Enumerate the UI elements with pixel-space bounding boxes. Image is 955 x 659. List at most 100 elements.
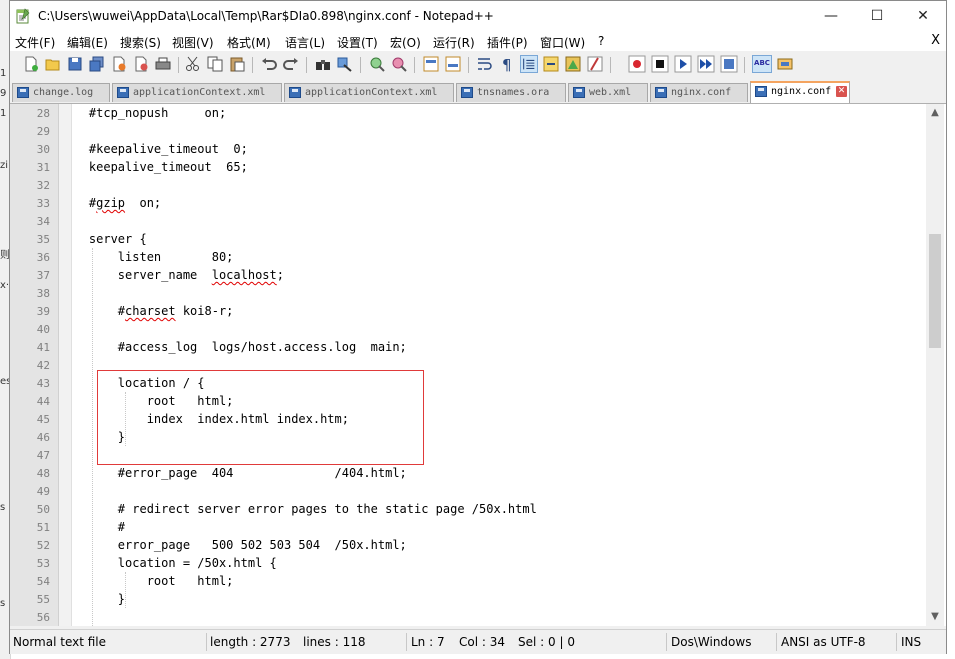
status-divider	[776, 633, 777, 651]
stop-icon[interactable]	[651, 55, 669, 73]
word-wrap-icon[interactable]	[476, 55, 494, 73]
menu-settings[interactable]: 设置(T)	[337, 34, 378, 51]
status-divider	[666, 633, 667, 651]
svg-text:¶: ¶	[502, 56, 512, 73]
notepad-window: C:\Users\wuwei\AppData\Local\Temp\Rar$DI…	[9, 0, 947, 654]
undo-icon[interactable]	[260, 55, 278, 73]
find-icon[interactable]	[314, 55, 332, 73]
menu-language[interactable]: 语言(L)	[285, 34, 325, 51]
bg-label: s	[0, 598, 6, 609]
redo-icon[interactable]	[282, 55, 300, 73]
record-icon[interactable]	[628, 55, 646, 73]
file-icon	[17, 87, 29, 98]
code-line: #tcp_nopush on;	[60, 106, 227, 120]
save-all-icon[interactable]	[88, 55, 106, 73]
status-eol: Dos\Windows	[671, 635, 752, 649]
extra-icon[interactable]	[776, 55, 794, 73]
menu-run[interactable]: 运行(R)	[433, 34, 475, 51]
tab-close-icon[interactable]: ✕	[836, 86, 847, 97]
tab-nginx-conf-active[interactable]: nginx.conf ✕	[750, 81, 850, 103]
line-number: 41	[36, 341, 50, 354]
menu-edit[interactable]: 编辑(E)	[67, 34, 108, 51]
text-editor[interactable]: 28 #tcp_nopush on; 29 30 #keepalive_timeou…	[10, 104, 946, 626]
menu-window[interactable]: 窗口(W)	[540, 34, 585, 51]
copy-icon[interactable]	[206, 55, 224, 73]
scroll-down-arrow-icon[interactable]: ▼	[926, 608, 944, 626]
save-macro-icon[interactable]	[720, 55, 738, 73]
bg-label: zi	[0, 160, 9, 171]
maximize-button[interactable]: ☐	[854, 1, 900, 31]
sync-h-icon[interactable]	[444, 55, 462, 73]
line-number: 38	[36, 287, 50, 300]
code-line: server {	[60, 232, 147, 246]
line-number: 30	[36, 143, 50, 156]
line-number: 42	[36, 359, 50, 372]
close-window-button[interactable]: ✕	[900, 1, 946, 31]
line-number: 45	[36, 413, 50, 426]
status-mode: INS	[901, 635, 922, 649]
minimize-button[interactable]: —	[808, 1, 854, 31]
func-list-icon[interactable]	[586, 55, 604, 73]
spelling-error: charset	[125, 304, 176, 318]
tab-label: applicationContext.xml	[305, 87, 438, 98]
tab-application-context-1[interactable]: applicationContext.xml	[112, 83, 282, 102]
toolbar-separator	[178, 57, 179, 73]
menu-macro[interactable]: 宏(O)	[390, 34, 421, 51]
line-number: 31	[36, 161, 50, 174]
code-line: error_page 500 502 503 504 /50x.html;	[60, 538, 407, 552]
save-icon[interactable]	[66, 55, 84, 73]
play-multi-icon[interactable]	[697, 55, 715, 73]
line-number: 56	[36, 611, 50, 624]
indent-guide-icon[interactable]	[520, 55, 538, 73]
status-ln: Ln : 7	[411, 635, 445, 649]
tab-nginx-conf-1[interactable]: nginx.conf	[650, 83, 748, 102]
close-document-button[interactable]: X	[931, 33, 940, 48]
lang-icon[interactable]	[542, 55, 560, 73]
menu-search[interactable]: 搜索(S)	[120, 34, 161, 51]
title-bar[interactable]: C:\Users\wuwei\AppData\Local\Temp\Rar$DI…	[10, 1, 946, 31]
spellcheck-icon[interactable]: ABC	[752, 55, 772, 73]
menu-plugins[interactable]: 插件(P)	[487, 34, 528, 51]
close-all-icon[interactable]	[132, 55, 150, 73]
vertical-scrollbar[interactable]: ▲ ▼	[926, 104, 944, 626]
code-line: #keepalive_timeout 0;	[60, 142, 248, 156]
replace-icon[interactable]	[336, 55, 354, 73]
line-number: 53	[36, 557, 50, 570]
cut-icon[interactable]	[184, 55, 202, 73]
code-line: # redirect server error pages to the sta…	[60, 502, 537, 516]
line-number: 34	[36, 215, 50, 228]
close-icon[interactable]	[110, 55, 128, 73]
sync-v-icon[interactable]	[422, 55, 440, 73]
tab-change-log[interactable]: change.log	[12, 83, 110, 102]
tab-label: nginx.conf	[771, 86, 832, 97]
scroll-thumb[interactable]	[929, 234, 941, 348]
all-chars-icon[interactable]: ¶	[498, 55, 516, 73]
line-number: 50	[36, 503, 50, 516]
open-icon[interactable]	[44, 55, 62, 73]
new-icon[interactable]	[22, 55, 40, 73]
tab-web-xml[interactable]: web.xml	[568, 83, 648, 102]
menu-help[interactable]: ?	[598, 34, 604, 48]
zoom-out-icon[interactable]	[390, 55, 408, 73]
tab-label: change.log	[33, 87, 94, 98]
status-lines: lines : 118	[303, 635, 366, 649]
code-line: root html;	[60, 574, 234, 588]
zoom-in-icon[interactable]	[368, 55, 386, 73]
menu-file[interactable]: 文件(F)	[15, 34, 55, 51]
line-number: 33	[36, 197, 50, 210]
status-bar: Normal text file length : 2773 lines : 1…	[10, 629, 946, 654]
paste-icon[interactable]	[228, 55, 246, 73]
file-icon	[289, 87, 301, 98]
toolbar-separator	[360, 57, 361, 73]
doc-map-icon[interactable]	[564, 55, 582, 73]
tab-tnsnames[interactable]: tnsnames.ora	[456, 83, 566, 102]
play-icon[interactable]	[674, 55, 692, 73]
code-line: #error_page 404 /404.html;	[60, 466, 407, 480]
print-icon[interactable]	[154, 55, 172, 73]
tab-label: web.xml	[589, 87, 632, 98]
tab-application-context-2[interactable]: applicationContext.xml	[284, 83, 454, 102]
menu-format[interactable]: 格式(M)	[227, 34, 271, 51]
scroll-up-arrow-icon[interactable]: ▲	[926, 104, 944, 122]
status-file-type: Normal text file	[13, 635, 107, 649]
menu-view[interactable]: 视图(V)	[172, 34, 214, 51]
